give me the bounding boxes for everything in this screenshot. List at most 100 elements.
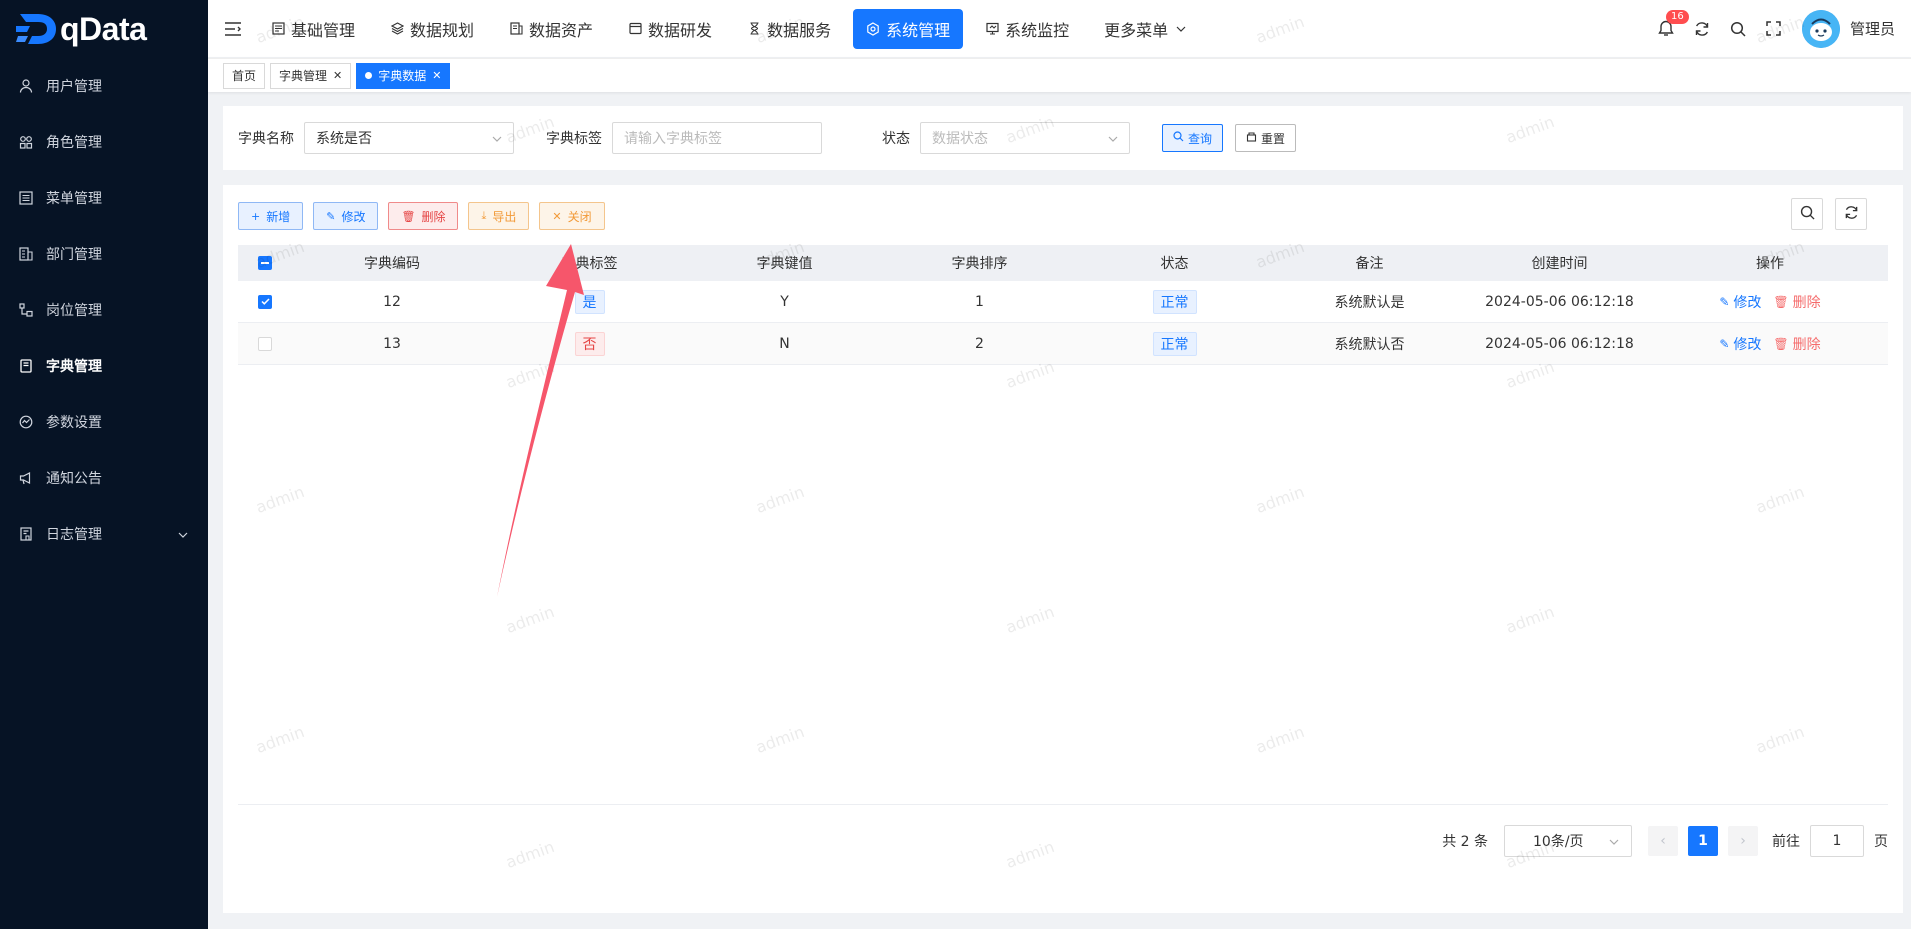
nav-item-8[interactable]: 更多菜单 [1091,9,1199,49]
nav-item-5[interactable]: 数据服务 [734,9,844,49]
tab-label: 字典数据 [378,69,427,83]
tab-dictionary-management[interactable]: 字典管理 ✕ [270,62,352,89]
nav-item-label: 数据资产 [529,20,594,40]
goto-page-input[interactable]: 1 [1810,825,1864,857]
divider [238,804,1888,805]
close-icon[interactable]: ✕ [333,69,342,82]
status-select[interactable]: 数据状态 [920,122,1130,154]
delete-label: 删除 [421,209,446,224]
tab-dictionary-data[interactable]: 字典数据 ✕ [356,62,451,89]
cell-code: 13 [383,335,401,352]
export-label: 导出 [492,209,517,224]
refresh-icon[interactable] [1684,21,1720,37]
sidebar-item-label: 部门管理 [46,247,102,263]
tab-home[interactable]: 首页 [223,62,266,89]
dict-label-label: 字典标签 [546,131,602,147]
dictionary-icon [18,358,34,374]
nav-item-3[interactable]: 数据资产 [496,9,606,49]
download-icon: ⤓ [481,209,487,222]
dictionary-data-table: 字典编码 字典标签 字典键值 字典排序 状态 备注 创建时间 操作 12 是 Y 1 正… [238,245,1888,365]
search-icon[interactable] [1720,21,1756,37]
sidebar-item-label: 角色管理 [46,135,102,151]
sidebar-toggle-icon[interactable] [208,0,258,57]
trash-icon: 🗑 [1773,294,1789,309]
nav-item-7[interactable]: 系统监控 [972,9,1082,49]
sidebar-item-user[interactable]: 用户管理 [0,58,208,114]
toggle-search-button[interactable] [1791,198,1823,230]
dict-label-tag: 是 [574,289,605,314]
table-toolbar: + 新增 ✎ 修改 🗑 删除 ⤓ 导出 ✕ 关闭 [238,202,615,230]
row-delete-link[interactable]: 🗑 删除 [1773,334,1820,354]
search-form: 字典名称 系统是否 字典标签 请输入字典标签 状态 数据状态 查询 重置 [223,106,1903,170]
row-edit-label: 修改 [1733,336,1762,353]
status-badge: 正常 [1152,289,1197,314]
edit-button[interactable]: ✎ 修改 [313,202,379,230]
logo-text: qData [60,10,147,47]
row-checkbox[interactable] [258,294,272,309]
chevron-down-icon [492,130,502,146]
avatar[interactable] [1801,9,1840,48]
close-icon[interactable]: ✕ [432,69,441,82]
status-placeholder: 数据状态 [932,131,988,147]
dict-label-placeholder: 请输入字典标签 [624,131,722,147]
search-icon [1173,131,1184,145]
close-icon: ✕ [552,209,562,223]
active-dot-icon [365,72,373,79]
table-row[interactable]: 13 否 N 2 正常 系统默认否 2024-05-06 06:12:18 ✎ 修改 🗑 删除 [238,323,1888,365]
page-number-button[interactable]: 1 [1688,826,1718,856]
page-size-select[interactable]: 10条/页 [1504,825,1632,857]
sidebar-item-roles[interactable]: 角色管理 [0,114,208,170]
table-row[interactable]: 12 是 Y 1 正常 系统默认是 2024-05-06 06:12:18 ✎ 修改 🗑 删除 [238,281,1888,323]
logo[interactable]: qData [0,0,208,58]
dict-name-value: 系统是否 [316,131,372,147]
refresh-table-button[interactable] [1835,198,1867,230]
column-header: 备注 [1355,256,1384,272]
select-all-checkbox[interactable] [258,256,272,270]
top-navigation: 基础管理 数据规划 数据资产 数据研发 数据服务 系统管理 系统监控 更多菜单 16 管理员 [208,0,1911,57]
delete-button[interactable]: 🗑 删除 [388,202,459,230]
edit-label: 修改 [341,209,366,224]
notification-bell-icon[interactable]: 16 [1648,10,1689,37]
row-edit-link[interactable]: ✎ 修改 [1719,334,1761,354]
dict-label-input[interactable]: 请输入字典标签 [612,122,822,154]
reset-button[interactable]: 重置 [1235,124,1297,152]
column-header: 字典编码 [364,256,420,272]
nav-item-2[interactable]: 数据规划 [377,9,487,49]
menu-icon [18,190,34,206]
plus-icon: + [251,209,261,223]
cell-sort: 1 [975,293,984,310]
sidebar-item-department[interactable]: 部门管理 [0,226,208,282]
column-header: 操作 [1756,256,1784,272]
sidebar-item-dictionary[interactable]: 字典管理 [0,338,208,394]
nav-item-1[interactable]: 基础管理 [258,9,368,49]
nav-item-label: 数据规划 [410,20,475,40]
query-button[interactable]: 查询 [1162,124,1224,152]
sidebar-item-log[interactable]: 日志管理 [0,506,208,562]
row-edit-link[interactable]: ✎ 修改 [1719,292,1761,312]
prev-page-button[interactable]: ‹ [1648,826,1678,856]
row-edit-label: 修改 [1733,294,1762,311]
row-checkbox[interactable] [258,336,272,351]
cell-value: Y [780,293,789,310]
close-button[interactable]: ✕ 关闭 [539,202,605,230]
export-button[interactable]: ⤓ 导出 [468,202,530,230]
database-icon [628,22,642,36]
next-page-button[interactable]: › [1728,826,1758,856]
dict-name-select[interactable]: 系统是否 [304,122,514,154]
sidebar-item-announcement[interactable]: 通知公告 [0,450,208,506]
fullscreen-icon[interactable] [1756,21,1792,36]
chevron-left-icon: ‹ [1660,833,1666,849]
nav-item-4[interactable]: 数据研发 [615,9,725,49]
username[interactable]: 管理员 [1850,18,1895,39]
column-header: 创建时间 [1531,256,1588,272]
sidebar-item-post[interactable]: 岗位管理 [0,282,208,338]
sidebar-item-params[interactable]: 参数设置 [0,394,208,450]
row-delete-link[interactable]: 🗑 删除 [1773,292,1820,312]
page-suffix: 页 [1874,834,1888,850]
add-button[interactable]: + 新增 [238,202,304,230]
main-content-panel: + 新增 ✎ 修改 🗑 删除 ⤓ 导出 ✕ 关闭 字典编码 字典标签 字典键值 字典排序 … [223,185,1903,913]
sidebar-item-menu[interactable]: 菜单管理 [0,170,208,226]
nav-item-6[interactable]: 系统管理 [853,8,964,49]
trash-icon: 🗑 [1773,336,1789,351]
sidebar-item-label: 通知公告 [46,471,102,487]
